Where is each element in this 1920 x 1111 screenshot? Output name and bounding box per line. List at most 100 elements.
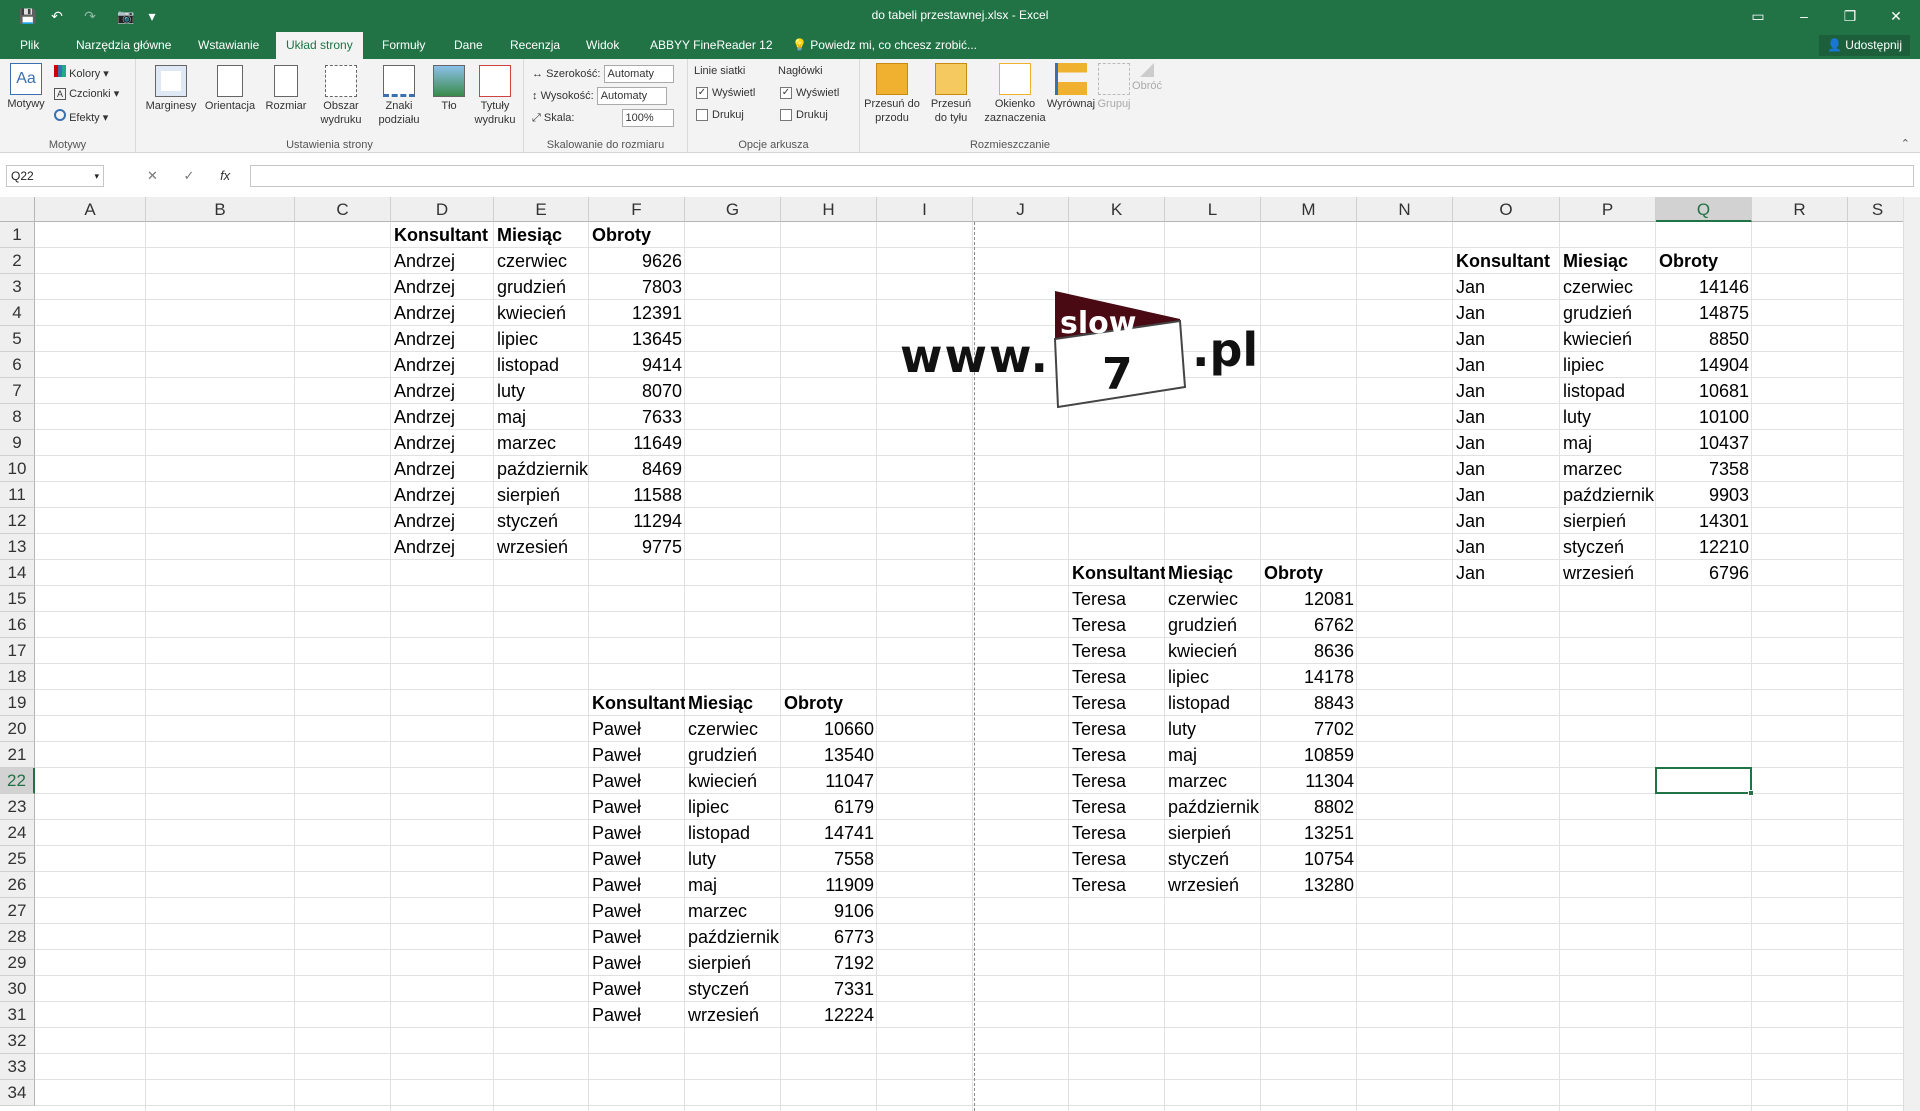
row-header-11[interactable]: 11 (0, 482, 35, 508)
cell[interactable]: Andrzej (391, 300, 494, 326)
row-header-2[interactable]: 2 (0, 248, 35, 274)
column-header-n[interactable]: N (1357, 197, 1453, 222)
row-header-32[interactable]: 32 (0, 1028, 35, 1054)
row-header-8[interactable]: 8 (0, 404, 35, 430)
cell[interactable]: listopad (1560, 378, 1656, 404)
cell[interactable]: 11047 (781, 768, 877, 794)
cell[interactable]: styczeń (685, 976, 781, 1002)
cell[interactable]: sierpień (1165, 820, 1261, 846)
row-header-33[interactable]: 33 (0, 1054, 35, 1080)
name-box[interactable]: Q22 ▾ (6, 165, 104, 187)
row-header-20[interactable]: 20 (0, 716, 35, 742)
cell[interactable]: 13540 (781, 742, 877, 768)
insert-function-icon[interactable]: fx (220, 168, 230, 183)
cell[interactable]: Jan (1453, 378, 1560, 404)
column-header-r[interactable]: R (1752, 197, 1848, 222)
cell[interactable]: maj (1560, 430, 1656, 456)
cell[interactable]: Obroty (1261, 560, 1357, 586)
margins-button[interactable]: Marginesy (144, 65, 198, 113)
tab-formulas[interactable]: Formuły (376, 32, 431, 59)
cell[interactable]: Andrzej (391, 482, 494, 508)
column-header-i[interactable]: I (877, 197, 973, 222)
row-header-15[interactable]: 15 (0, 586, 35, 612)
tell-me-search[interactable]: 💡 Powiedz mi, co chcesz zrobić... (786, 32, 983, 59)
cell[interactable]: 10100 (1656, 404, 1752, 430)
fonts-button[interactable]: A Czcionki ▾ (54, 87, 119, 100)
cell[interactable]: Teresa (1069, 690, 1165, 716)
cell[interactable]: wrzesień (1560, 560, 1656, 586)
row-header-13[interactable]: 13 (0, 534, 35, 560)
cell[interactable]: Andrzej (391, 534, 494, 560)
cell[interactable]: 13645 (589, 326, 685, 352)
cell[interactable]: maj (1165, 742, 1261, 768)
cell[interactable]: 13251 (1261, 820, 1357, 846)
cell[interactable]: Andrzej (391, 430, 494, 456)
cell[interactable]: Konsultant (1453, 248, 1560, 274)
cell[interactable]: 8636 (1261, 638, 1357, 664)
ribbon-display-icon[interactable]: ▭ (1748, 6, 1768, 26)
cell[interactable]: Konsultant (391, 222, 494, 248)
worksheet-grid[interactable]: A B C D E F G H I J K L M N O P Q R S 1 2 3 4 5 6 7 8 9 10 11 12 13 14 15… (0, 197, 1920, 1111)
cell[interactable]: 12224 (781, 1002, 877, 1028)
cell[interactable]: 8843 (1261, 690, 1357, 716)
cell[interactable]: 11294 (589, 508, 685, 534)
cell[interactable]: Miesiąc (1560, 248, 1656, 274)
cell[interactable]: Teresa (1069, 820, 1165, 846)
cell[interactable]: sierpień (494, 482, 589, 508)
headings-view-checkbox[interactable]: ✓ Wyświetl (780, 87, 839, 100)
cell[interactable]: styczeń (494, 508, 589, 534)
tab-view[interactable]: Widok (580, 32, 625, 59)
cell[interactable]: Konsultant (1069, 560, 1165, 586)
cell[interactable]: kwiecień (685, 768, 781, 794)
breaks-button[interactable]: Znaki podziału (372, 65, 426, 127)
cell[interactable]: Jan (1453, 430, 1560, 456)
formula-input[interactable] (250, 165, 1914, 187)
cell[interactable]: 14301 (1656, 508, 1752, 534)
vertical-scrollbar[interactable] (1903, 197, 1920, 1111)
gridlines-view-checkbox[interactable]: ✓ Wyświetl (696, 87, 755, 100)
column-header-o[interactable]: O (1453, 197, 1560, 222)
selected-cell[interactable] (1655, 767, 1752, 794)
cell[interactable]: 10681 (1656, 378, 1752, 404)
cell[interactable]: 7803 (589, 274, 685, 300)
size-button[interactable]: Rozmiar (262, 65, 310, 113)
cell[interactable]: 14146 (1656, 274, 1752, 300)
column-header-h[interactable]: H (781, 197, 877, 222)
row-header-26[interactable]: 26 (0, 872, 35, 898)
row-header-29[interactable]: 29 (0, 950, 35, 976)
row-header-30[interactable]: 30 (0, 976, 35, 1002)
cell[interactable]: 14178 (1261, 664, 1357, 690)
cell[interactable]: grudzień (1560, 300, 1656, 326)
cell[interactable]: Miesiąc (494, 222, 589, 248)
tab-insert[interactable]: Wstawianie (192, 32, 265, 59)
cell[interactable]: październik (685, 924, 781, 950)
column-header-l[interactable]: L (1165, 197, 1261, 222)
cell[interactable]: Konsultant (589, 690, 685, 716)
collapse-ribbon-icon[interactable]: ⌃ (1901, 137, 1910, 150)
tab-abbyy[interactable]: ABBYY FineReader 12 (644, 32, 779, 59)
cell[interactable]: 9626 (589, 248, 685, 274)
background-button[interactable]: Tło (430, 65, 468, 113)
cell[interactable]: 12210 (1656, 534, 1752, 560)
cell[interactable]: 14904 (1656, 352, 1752, 378)
cell[interactable]: 11649 (589, 430, 685, 456)
cell[interactable]: listopad (494, 352, 589, 378)
cell[interactable]: październik (494, 456, 589, 482)
row-header-18[interactable]: 18 (0, 664, 35, 690)
column-header-e[interactable]: E (494, 197, 589, 222)
row-header-1[interactable]: 1 (0, 222, 35, 248)
cell[interactable]: 6796 (1656, 560, 1752, 586)
cell[interactable]: 12391 (589, 300, 685, 326)
print-area-button[interactable]: Obszar wydruku (314, 65, 368, 127)
headings-print-checkbox[interactable]: Drukuj (780, 109, 828, 122)
cell[interactable]: Paweł (589, 924, 685, 950)
cell[interactable]: 14741 (781, 820, 877, 846)
cell[interactable]: Jan (1453, 404, 1560, 430)
column-header-q[interactable]: Q (1656, 197, 1752, 222)
align-button[interactable]: Wyrównaj (1046, 63, 1096, 111)
cell[interactable]: październik (1165, 794, 1261, 820)
cell[interactable]: Teresa (1069, 768, 1165, 794)
cell[interactable]: kwiecień (1560, 326, 1656, 352)
cell[interactable]: 6773 (781, 924, 877, 950)
tab-data[interactable]: Dane (448, 32, 489, 59)
